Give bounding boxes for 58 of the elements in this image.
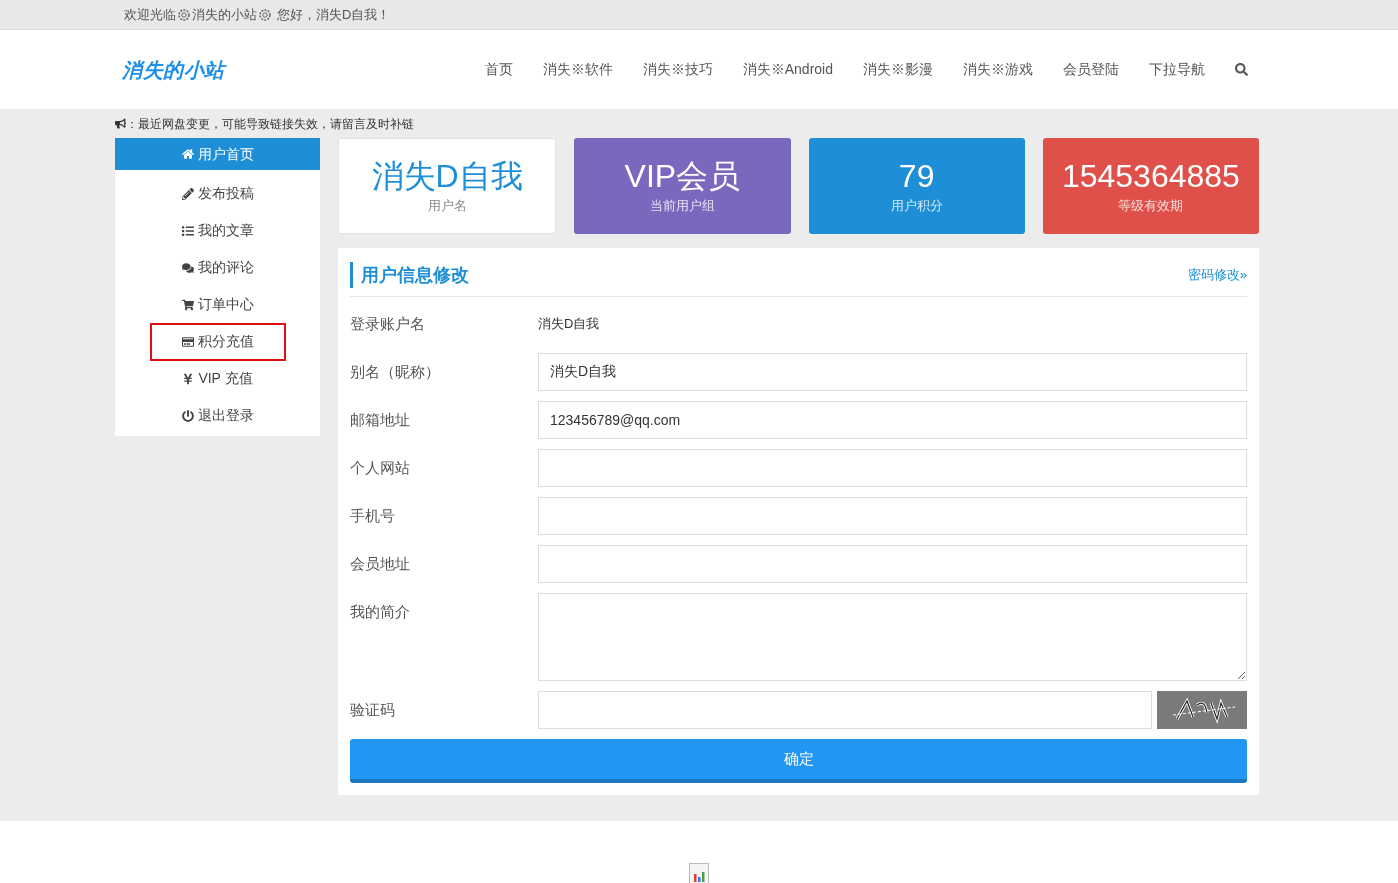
password-link[interactable]: 密码修改» (1187, 265, 1247, 285)
input-field[interactable] (538, 449, 1247, 487)
sidebar-item[interactable]: 积分充值 (149, 322, 286, 361)
notice-text: ：最近网盘变更，可能导致链接失效，请留言及时补链 (126, 115, 414, 133)
nav-link[interactable]: 消失※游戏 (963, 59, 1033, 80)
input-field[interactable] (538, 691, 1152, 729)
gear-icon (258, 7, 272, 22)
stat-value: 79 (898, 157, 935, 197)
sidebar-item[interactable]: 我的文章 (181, 220, 254, 241)
list-icon (181, 224, 194, 237)
power-icon (181, 409, 194, 422)
input-field[interactable] (538, 545, 1247, 583)
sidebar-item[interactable]: 用户首页 (115, 138, 320, 170)
pencil-icon (181, 187, 194, 200)
field-label: 会员地址 (350, 554, 411, 574)
sidebar-item[interactable]: 订单中心 (181, 294, 254, 315)
stat-value: 消失D自我 (371, 157, 523, 197)
input-field[interactable]: 123456789@qq.com (538, 401, 1247, 439)
input-field[interactable]: 消失D自我 (538, 353, 1247, 391)
field-label: 我的简介 (350, 602, 411, 622)
sidebar-item[interactable]: VIP 充值 (182, 368, 253, 389)
sidebar-item[interactable]: 发布投稿 (181, 183, 254, 204)
nav-link[interactable]: 消失※技巧 (642, 59, 713, 80)
sidebar-item[interactable]: 我的评论 (181, 257, 254, 278)
text-area[interactable] (538, 593, 1247, 681)
field-label: 个人网站 (350, 458, 411, 478)
input-field[interactable] (538, 497, 1247, 535)
cart-icon (181, 298, 194, 311)
stat-value: 1545364885 (1061, 157, 1240, 197)
field-label: 验证码 (350, 700, 396, 720)
field-label: 别名（昵称） (350, 362, 441, 382)
home-icon (181, 148, 194, 160)
megaphone-icon (115, 118, 126, 129)
stat-label: 用户积分 (890, 197, 943, 216)
stat-label: 用户名 (427, 197, 467, 216)
field-label: 手机号 (350, 506, 396, 526)
speech-bubbles-icon (181, 261, 194, 274)
gear-icon (177, 7, 191, 22)
nav-link[interactable]: 消失※Android (742, 59, 833, 80)
yen-icon (182, 372, 195, 385)
stat-value: VIP会员 (624, 157, 741, 197)
field-value: 消失D自我 (538, 315, 600, 333)
form-title: 用户信息修改 (350, 262, 469, 288)
field-label: 邮箱地址 (350, 410, 411, 430)
site-name: 消失的小站 (192, 5, 257, 24)
nav-link[interactable]: 会员登陆 (1063, 59, 1119, 80)
stat-label: 等级有效期 (1118, 197, 1184, 216)
sidebar-item[interactable]: 退出登录 (181, 405, 254, 426)
nav-link[interactable]: 消失※软件 (542, 59, 613, 80)
welcome-text: 欢迎光临 (124, 5, 176, 24)
stat-label: 当前用户组 (649, 197, 715, 216)
credit-card-icon (181, 335, 194, 348)
greeting-text: 您好，消失D自我！ (277, 5, 391, 24)
nav-link[interactable]: 消失※影漫 (863, 59, 933, 80)
nav-link[interactable]: 下拉导航 (1149, 59, 1205, 80)
field-label: 登录账户名 (350, 314, 426, 334)
search-icon[interactable] (1235, 63, 1248, 76)
nav-link[interactable]: 首页 (484, 59, 513, 80)
